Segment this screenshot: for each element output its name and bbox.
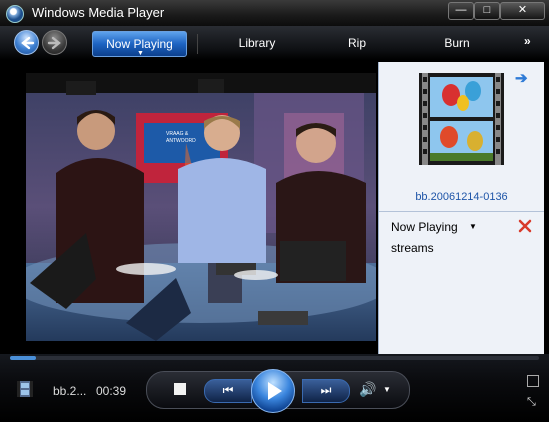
elapsed-time: 00:39 [96, 384, 127, 398]
content-area: VRAAG & ANTWOORD ➔ bb.20061214-0136 Now … [6, 62, 544, 354]
play-icon [268, 382, 282, 400]
maximize-button[interactable]: □ [474, 2, 500, 20]
svg-text:VRAAG &: VRAAG & [166, 131, 189, 137]
back-button[interactable] [14, 30, 39, 55]
tab-now-playing[interactable]: Now Playing ▼ [92, 31, 187, 57]
seek-progress [10, 356, 37, 360]
tab-now-playing-label: Now Playing [106, 37, 173, 51]
now-playing-pane: ➔ bb.20061214-0136 Now Playing ▼ streams [378, 62, 544, 354]
window-title: Windows Media Player [32, 5, 165, 20]
back-arrow-icon [21, 36, 35, 50]
chevron-down-icon: ▼ [137, 50, 144, 57]
seek-bar[interactable] [10, 356, 539, 360]
playback-controls-bar: bb.2... 00:39 ⏮ ⏭ 🔊 ▼ ⤡ [0, 354, 549, 422]
playlist-item[interactable]: streams [391, 241, 434, 255]
video-display[interactable]: VRAAG & ANTWOORD [26, 73, 376, 341]
navigation-bar: Now Playing ▼ Library Rip Burn » [0, 26, 549, 60]
forward-button[interactable] [42, 30, 67, 55]
minimize-button[interactable]: — [448, 2, 474, 20]
chevron-down-icon[interactable]: ▼ [383, 385, 391, 394]
pane-arrow-icon[interactable]: ➔ [515, 69, 528, 87]
media-player-window: Windows Media Player — □ ✕ Now Playing ▼… [0, 0, 549, 422]
transport-controls: ⏮ ⏭ 🔊 ▼ [146, 369, 410, 413]
playlist-dropdown[interactable]: Now Playing [391, 220, 458, 234]
previous-icon: ⏮ [222, 383, 234, 397]
video-frame-image: VRAAG & ANTWOORD [26, 73, 376, 341]
title-bar: Windows Media Player — □ ✕ [0, 0, 549, 27]
next-icon: ⏭ [320, 383, 332, 397]
previous-button[interactable]: ⏮ [204, 379, 252, 403]
tab-library[interactable]: Library [225, 31, 289, 57]
volume-icon[interactable]: 🔊 [359, 381, 376, 398]
tab-rip[interactable]: Rip [340, 31, 374, 57]
app-icon [6, 5, 24, 23]
play-button[interactable] [251, 369, 295, 413]
close-button[interactable]: ✕ [500, 2, 545, 20]
film-icon[interactable] [16, 380, 34, 398]
forward-arrow-icon [47, 36, 61, 50]
more-tabs-button[interactable]: » [524, 34, 531, 48]
album-art-thumbnail[interactable] [419, 73, 504, 165]
stop-icon[interactable] [174, 383, 186, 395]
now-playing-title: bb.2... [53, 384, 87, 398]
tab-burn[interactable]: Burn [435, 31, 479, 57]
tab-separator [197, 34, 198, 54]
switch-to-compact-icon[interactable] [527, 375, 539, 387]
fullscreen-icon[interactable]: ⤡ [527, 396, 536, 409]
pane-divider [379, 211, 544, 212]
chevron-down-icon[interactable]: ▼ [469, 222, 477, 231]
delete-x-icon[interactable] [518, 219, 532, 233]
media-title-link[interactable]: bb.20061214-0136 [379, 191, 544, 203]
svg-text:ANTWOORD: ANTWOORD [166, 138, 196, 144]
next-button[interactable]: ⏭ [302, 379, 350, 403]
